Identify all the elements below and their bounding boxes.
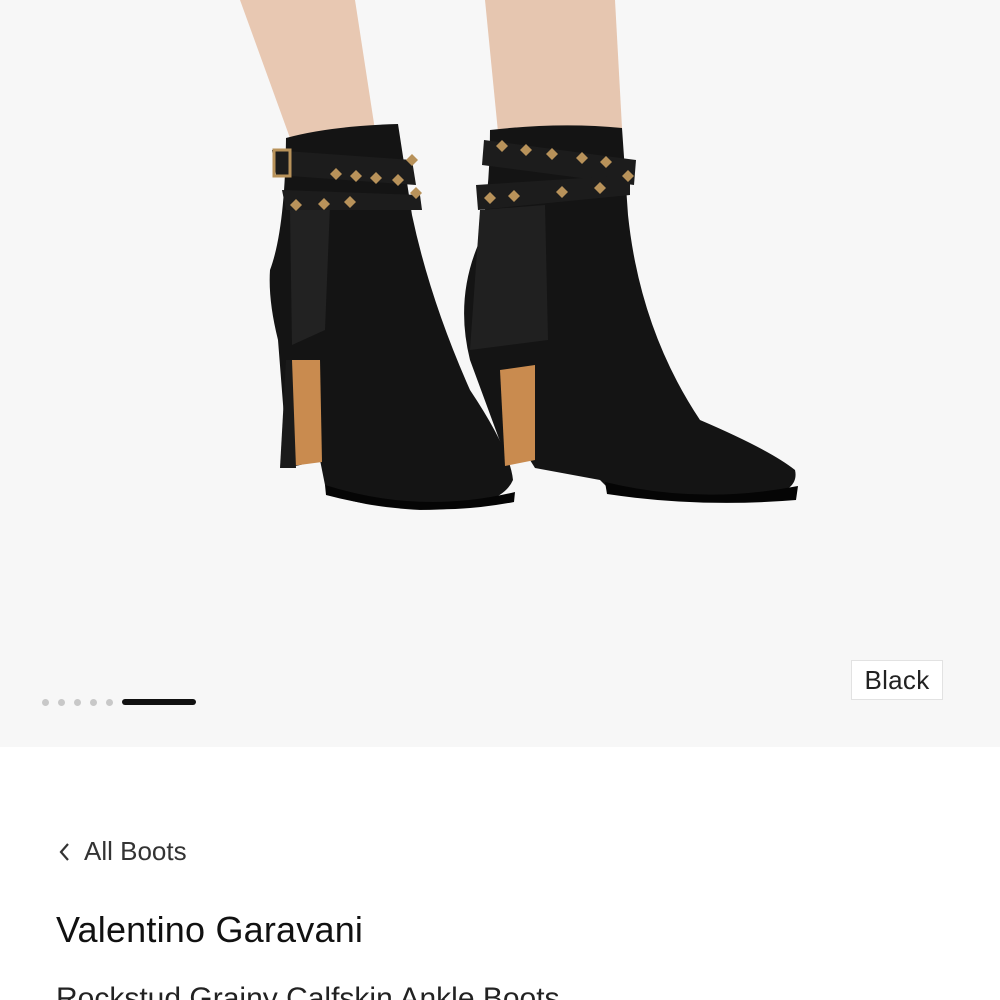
product-image [240, 0, 798, 510]
breadcrumb-label: All Boots [84, 836, 187, 866]
brand-name[interactable]: Valentino Garavani [56, 909, 363, 951]
carousel-indicator[interactable] [42, 698, 196, 706]
product-name: Rockstud Grainy Calfskin Ankle Boots [56, 982, 560, 1000]
carousel-dot-1[interactable] [42, 698, 49, 706]
product-image-gallery[interactable]: Black [0, 0, 1000, 747]
color-label: Black [851, 660, 943, 700]
chevron-left-icon [59, 842, 69, 861]
breadcrumb-back-link[interactable]: All Boots [56, 836, 187, 867]
carousel-dot-4[interactable] [90, 698, 97, 706]
carousel-dot-active[interactable] [122, 699, 196, 705]
carousel-dot-3[interactable] [74, 698, 81, 706]
carousel-dot-2[interactable] [58, 698, 65, 706]
carousel-dot-5[interactable] [106, 698, 113, 706]
